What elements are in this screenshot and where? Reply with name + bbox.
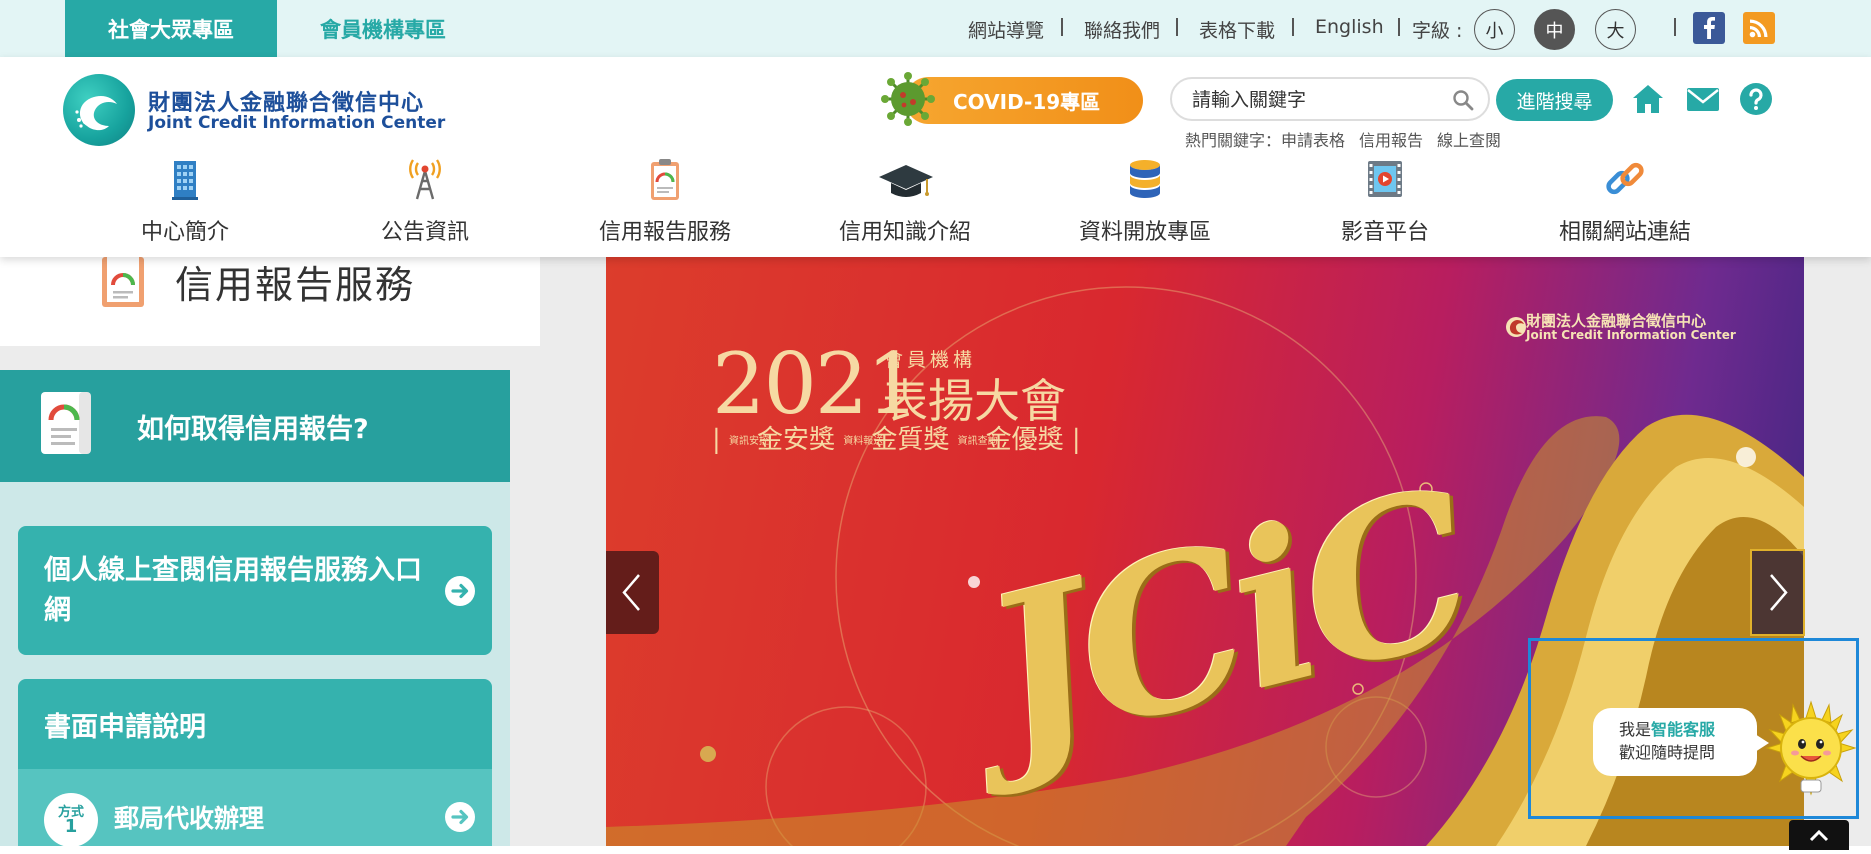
divider	[1674, 18, 1676, 36]
font-size-label: 字級 :	[1412, 20, 1463, 42]
jcic-small-logo-icon	[1506, 317, 1526, 337]
jcic-logo-icon[interactable]	[63, 74, 135, 146]
chevron-left-icon	[622, 574, 640, 611]
english-link[interactable]: English	[1315, 16, 1384, 38]
nav-label: 相關網站連結	[1558, 220, 1691, 245]
nav-label: 影音平台	[1340, 220, 1429, 245]
search-input[interactable]	[1192, 87, 1442, 113]
form-download-link[interactable]: 表格下載	[1199, 16, 1275, 43]
arrow-right-icon	[445, 802, 475, 832]
section-header: 信用報告服務	[0, 257, 540, 346]
method-row[interactable]: 方式 1 郵局代收辦理	[18, 769, 492, 847]
award-tag: 資訊查詢	[957, 435, 998, 447]
top-bar: 社會大眾專區 會員機構專區 網站導覽 聯絡我們 表格下載 English 字級 …	[0, 0, 1871, 57]
rss-icon[interactable]	[1743, 12, 1775, 44]
nav-label: 中心簡介	[140, 220, 229, 245]
nav-item-about[interactable]: 中心簡介	[65, 157, 305, 247]
font-size-small-button[interactable]: 小	[1474, 9, 1515, 50]
award-name: 金質獎	[871, 425, 950, 455]
divider	[1176, 18, 1178, 36]
credit-report-icon	[102, 257, 144, 307]
chevron-right-icon	[1770, 574, 1788, 611]
broadcast-tower-icon	[409, 159, 441, 200]
nav-label: 公告資訊	[380, 220, 469, 245]
graduation-cap-icon	[879, 165, 933, 197]
card-title: 個人線上查閱信用報告服務入口網	[44, 555, 422, 626]
site-header: 財團法人金融聯合徵信中心 Joint Credit Information Ce…	[0, 57, 1871, 257]
covid19-zone-label: COVID-19專區	[953, 90, 1101, 114]
panel-title: 如何取得信用報告?	[137, 414, 369, 445]
font-size-medium-button[interactable]: 中	[1534, 9, 1575, 50]
carousel-prev-button[interactable]	[606, 551, 659, 634]
chat-line1-highlight: 智能客服	[1651, 720, 1716, 739]
chat-line2: 歡迎隨時提問	[1619, 743, 1716, 762]
divider	[1292, 18, 1294, 36]
home-icon[interactable]	[1630, 81, 1666, 117]
method-badge-number: 1	[64, 816, 78, 837]
method-badge: 方式 1	[44, 793, 98, 847]
arrow-right-icon	[445, 576, 475, 606]
carousel-next-button[interactable]	[1750, 549, 1805, 636]
advanced-search-button[interactable]: 進階搜尋	[1496, 79, 1613, 121]
nav-item-credit-report[interactable]: 信用報告服務	[545, 157, 785, 247]
covid19-zone-button[interactable]: COVID-19專區	[905, 77, 1143, 124]
search-icon[interactable]	[1452, 89, 1474, 111]
font-size-large-button[interactable]: 大	[1595, 9, 1636, 50]
nav-item-announcements[interactable]: 公告資訊	[305, 157, 545, 247]
award-tag: 資料報送	[843, 435, 884, 447]
card-title: 書面申請說明	[44, 712, 206, 743]
panel-header: 如何取得信用報告?	[0, 370, 510, 482]
chatbot-bubble[interactable]: 我是智能客服 歡迎隨時提問	[1593, 708, 1769, 776]
banner-awards: | 資訊安控金安獎 資料報送金質獎 資訊查詢金優獎 |	[712, 425, 1081, 455]
hot-keyword-link[interactable]: 申請表格	[1281, 131, 1345, 150]
virus-icon	[881, 72, 935, 126]
contact-us-link[interactable]: 聯絡我們	[1084, 16, 1160, 43]
sun-mascot-icon[interactable]	[1765, 700, 1857, 798]
nav-label: 資料開放專區	[1078, 220, 1211, 245]
award-tag: 資訊安控	[729, 435, 770, 447]
award-name: 金安獎	[757, 425, 836, 455]
divider	[1398, 18, 1400, 36]
nav-item-related-links[interactable]: 相關網站連結	[1505, 157, 1745, 247]
hot-keyword-link[interactable]: 信用報告	[1359, 131, 1423, 150]
section-title: 信用報告服務	[175, 263, 416, 307]
chain-link-icon	[1606, 162, 1644, 195]
credit-report-panel: 如何取得信用報告? 個人線上查閱信用報告服務入口網 書面申請說明 方式 1 郵局…	[0, 370, 510, 847]
tab-member-zone[interactable]: 會員機構專區	[277, 0, 489, 57]
logo-english-name[interactable]: Joint Credit Information Center	[148, 113, 445, 133]
building-icon	[172, 161, 198, 200]
tab-public-zone[interactable]: 社會大眾專區	[65, 0, 277, 57]
paper-application-card[interactable]: 書面申請說明 方式 1 郵局代收辦理	[18, 679, 492, 847]
database-icon	[1130, 160, 1160, 198]
hot-keywords: 熱門關鍵字：申請表格 信用報告 線上查閱	[1185, 127, 1515, 151]
nav-label: 信用知識介紹	[838, 220, 971, 245]
nav-item-video-platform[interactable]: 影音平台	[1265, 157, 1505, 247]
nav-item-open-data[interactable]: 資料開放專區	[1025, 157, 1265, 247]
hot-keyword-link[interactable]: 線上查閱	[1437, 131, 1501, 150]
video-film-icon	[1368, 161, 1402, 197]
credit-report-clipboard-icon	[651, 159, 679, 200]
online-credit-report-portal-card[interactable]: 個人線上查閱信用報告服務入口網	[18, 526, 492, 655]
banner-logo-english: Joint Credit Information Center	[1526, 328, 1736, 342]
chat-line1-prefix: 我是	[1619, 720, 1652, 739]
award-name: 金優獎	[985, 425, 1064, 455]
search-box	[1170, 77, 1490, 121]
facebook-icon[interactable]	[1693, 12, 1725, 44]
sitemap-link[interactable]: 網站導覽	[968, 16, 1044, 43]
report-scroll-icon	[41, 392, 91, 454]
sidebar: 信用報告服務 如何取得信用報告? 個人線上查閱信用報告服務入口網 書面申請說明 …	[0, 257, 540, 847]
nav-label: 信用報告服務	[598, 220, 731, 245]
nav-item-credit-knowledge[interactable]: 信用知識介紹	[785, 157, 1025, 247]
divider	[1061, 18, 1063, 36]
hot-keywords-label: 熱門關鍵字：	[1185, 131, 1282, 150]
method-label: 郵局代收辦理	[114, 804, 265, 833]
help-icon[interactable]	[1738, 81, 1774, 117]
mail-icon[interactable]	[1685, 81, 1721, 117]
